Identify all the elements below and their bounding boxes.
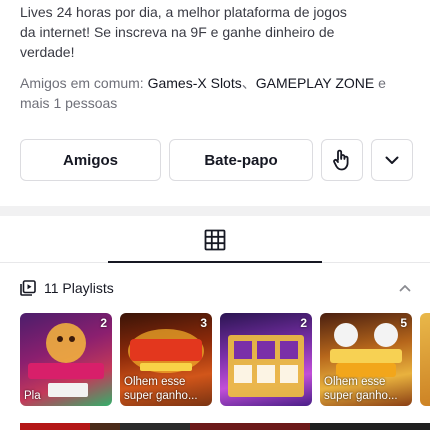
grid-icon — [204, 229, 226, 250]
playlist-card[interactable]: 5 Olhem esse super ganho... — [320, 313, 412, 406]
mutual-suffix: e — [374, 75, 386, 91]
mutual-friend-2[interactable]: GAMEPLAY ZONE — [256, 75, 375, 91]
playlist-title: Pla — [24, 390, 41, 402]
message-button[interactable]: Bate-papo — [169, 139, 313, 181]
content-tab-bar — [0, 216, 430, 263]
more-options-button[interactable] — [371, 139, 413, 181]
next-row-preview — [0, 423, 430, 430]
bio-line-3: verdade! — [20, 44, 75, 60]
playlist-card[interactable]: 2 — [220, 313, 312, 406]
playlist-icon — [20, 280, 36, 296]
mutual-prefix: Amigos em comum: — [20, 75, 148, 91]
friends-button[interactable]: Amigos — [20, 139, 161, 181]
hand-pointer-icon — [333, 149, 349, 171]
tab-videos-grid[interactable] — [108, 216, 322, 263]
bio-line-2: da internet! Se inscreva na 9F e ganhe d… — [20, 24, 335, 40]
playlist-carousel[interactable]: 2 Pla 3 Olhem esse super ganho... 2 5 Ol… — [20, 313, 430, 406]
active-tab-indicator — [108, 261, 322, 263]
mutual-friends[interactable]: Amigos em comum: Games-X Slots、GAMEPLAY … — [20, 73, 415, 113]
playlist-title: Olhem esse super ganho... — [124, 376, 198, 402]
profile-bio: Lives 24 horas por dia, a melhor platafo… — [20, 2, 410, 62]
section-divider — [0, 206, 430, 216]
playlist-card[interactable] — [420, 313, 430, 406]
playlist-card[interactable]: 3 Olhem esse super ganho... — [120, 313, 212, 406]
playlist-thumbnail — [228, 335, 304, 397]
playlist-video-count: 5 — [400, 316, 407, 330]
mutual-friend-1[interactable]: Games-X Slots — [148, 75, 242, 91]
mutual-more: mais 1 pessoas — [20, 95, 118, 111]
profile-action-row: Amigos Bate-papo — [20, 139, 413, 181]
mutual-separator: 、 — [241, 75, 256, 91]
playlist-card[interactable]: 2 Pla — [20, 313, 112, 406]
bio-line-1: Lives 24 horas por dia, a melhor platafo… — [20, 4, 347, 20]
playlist-video-count: 3 — [200, 316, 207, 330]
playlists-header[interactable]: 11 Playlists — [20, 278, 415, 298]
playlist-video-count: 2 — [300, 316, 307, 330]
chevron-up-icon[interactable] — [398, 281, 412, 295]
share-profile-button[interactable] — [321, 139, 363, 181]
playlist-title: Olhem esse super ganho... — [324, 376, 398, 402]
chevron-down-icon — [385, 156, 399, 164]
playlists-count-label: 11 Playlists — [44, 280, 114, 296]
playlist-video-count: 2 — [100, 316, 107, 330]
